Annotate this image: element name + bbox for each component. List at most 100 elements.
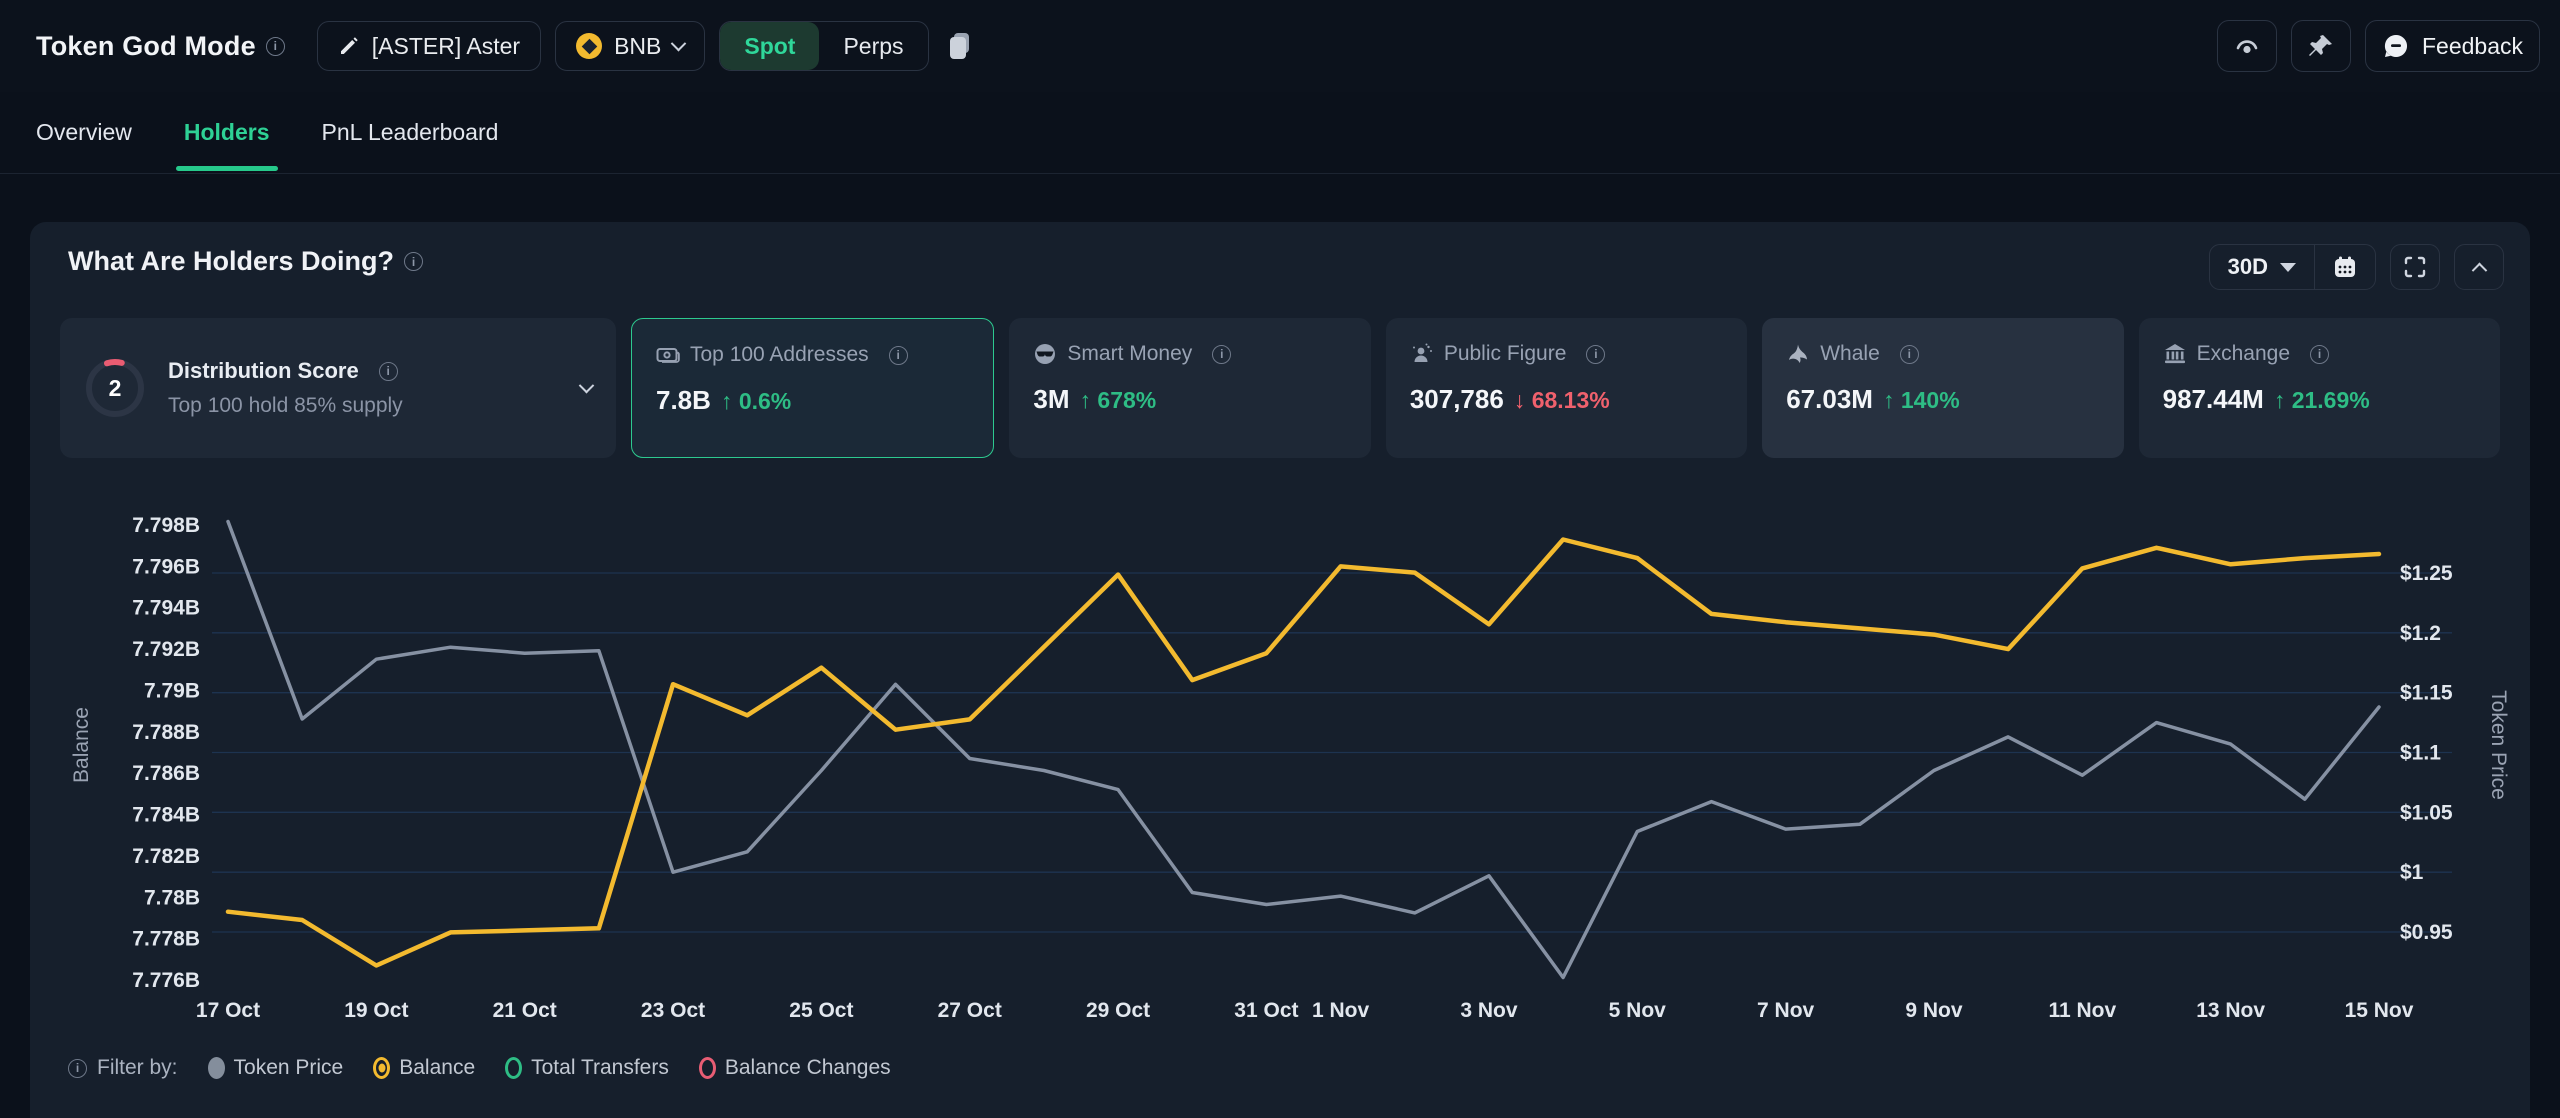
range-value: 30D <box>2228 254 2268 280</box>
right-axis-tick: $1.05 <box>2400 801 2453 824</box>
panel-title: What Are Holders Doing? <box>68 246 394 277</box>
token-selector-label: [ASTER] Aster <box>372 33 520 60</box>
card-change: ↑ 21.69% <box>2274 387 2370 414</box>
filter-item-balance-changes[interactable]: Balance Changes <box>699 1056 891 1080</box>
x-axis-tick: 13 Nov <box>2196 999 2265 1022</box>
x-axis-tick: 29 Oct <box>1086 999 1150 1022</box>
x-axis-tick: 27 Oct <box>938 999 1002 1022</box>
x-axis-tick: 11 Nov <box>2048 999 2116 1022</box>
edit-icon <box>338 35 360 57</box>
info-icon[interactable] <box>1212 345 1231 364</box>
x-axis-tick: 9 Nov <box>1905 999 1963 1022</box>
card-value: 987.44M <box>2163 384 2264 415</box>
info-icon[interactable] <box>1586 345 1605 364</box>
filter-item-total-transfers[interactable]: Total Transfers <box>505 1056 669 1080</box>
smart-money-card[interactable]: Smart Money 3M ↑ 678% <box>1009 318 1370 458</box>
bnb-coin-icon <box>576 33 602 59</box>
copy-address-button[interactable] <box>947 31 973 61</box>
right-axis-tick: $1.25 <box>2400 562 2453 585</box>
x-axis-tick: 25 Oct <box>789 999 853 1022</box>
card-title: Public Figure <box>1444 342 1567 366</box>
chevron-down-icon[interactable] <box>579 377 595 393</box>
right-axis-tick: $1.15 <box>2400 682 2453 705</box>
filter-item-balance[interactable]: Balance <box>373 1056 475 1080</box>
left-axis-tick: 7.79B <box>144 679 200 702</box>
calendar-button[interactable] <box>2314 245 2375 289</box>
chevron-down-icon <box>671 35 687 51</box>
copy-icon <box>947 31 973 61</box>
card-title: Whale <box>1820 342 1880 366</box>
distribution-score-subtitle: Top 100 hold 85% supply <box>168 394 403 418</box>
left-axis-tick: 7.784B <box>132 804 200 827</box>
public-figure-card[interactable]: Public Figure 307,786 ↓ 68.13% <box>1386 318 1747 458</box>
left-axis-tick: 7.786B <box>132 762 200 785</box>
right-axis-tick: $1.1 <box>2400 742 2441 765</box>
info-icon[interactable] <box>266 37 285 56</box>
tab-holders[interactable]: Holders <box>184 92 270 173</box>
triangle-down-icon <box>2280 263 2296 272</box>
market-type-toggle: Spot Perps <box>719 21 928 71</box>
holder-stat-cards: 2 Distribution Score Top 100 hold 85% su… <box>60 318 2500 458</box>
range-dropdown[interactable]: 30D <box>2210 245 2314 289</box>
info-icon[interactable] <box>2310 345 2329 364</box>
whale-card[interactable]: Whale 67.03M ↑ 140% <box>1762 318 2123 458</box>
card-change: ↓ 68.13% <box>1514 387 1610 414</box>
exchange-card[interactable]: Exchange 987.44M ↑ 21.69% <box>2139 318 2500 458</box>
page-title: Token God Mode <box>36 31 256 62</box>
tab-overview[interactable]: Overview <box>36 92 132 173</box>
left-axis-title: Balance <box>70 707 93 783</box>
left-axis-tick: 7.776B <box>132 969 200 992</box>
public-figure-icon <box>1410 342 1434 366</box>
panel-info-icon[interactable] <box>404 252 423 271</box>
distribution-score-title: Distribution Score <box>168 358 359 384</box>
x-axis-tick: 3 Nov <box>1460 999 1518 1022</box>
date-range-control: 30D <box>2209 244 2376 290</box>
x-axis-tick: 23 Oct <box>641 999 705 1022</box>
collapse-button[interactable] <box>2454 244 2504 290</box>
chart-filter-bar: Filter by: Token Price Balance Total Tra… <box>58 1056 891 1080</box>
top-100-addresses-card[interactable]: Top 100 Addresses 7.8B ↑ 0.6% <box>631 318 994 458</box>
left-axis-tick: 7.778B <box>132 928 200 951</box>
chevron-up-icon <box>2471 262 2487 278</box>
top-bar: Token God Mode [ASTER] Aster BNB Spot Pe… <box>0 0 2560 92</box>
info-icon[interactable] <box>1900 345 1919 364</box>
chain-selector[interactable]: BNB <box>555 21 705 71</box>
card-value: 7.8B <box>656 385 711 416</box>
live-view-button[interactable] <box>2217 20 2277 72</box>
card-change: ↑ 140% <box>1883 387 1960 414</box>
x-axis-tick: 17 Oct <box>196 999 260 1022</box>
left-axis-tick: 7.782B <box>132 845 200 868</box>
distribution-score-value: 2 <box>84 357 146 419</box>
left-axis-tick: 7.792B <box>132 638 200 661</box>
x-axis-tick: 15 Nov <box>2345 999 2414 1022</box>
info-icon[interactable] <box>889 346 908 365</box>
fullscreen-button[interactable] <box>2390 244 2440 290</box>
perps-tab[interactable]: Perps <box>819 22 927 70</box>
tab-pnl-leaderboard[interactable]: PnL Leaderboard <box>322 92 499 173</box>
token-price-marker <box>208 1057 225 1079</box>
banknote-icon <box>656 343 680 367</box>
card-title: Top 100 Addresses <box>690 343 869 367</box>
card-value: 67.03M <box>1786 384 1873 415</box>
feedback-button[interactable]: Feedback <box>2365 20 2540 72</box>
balance-price-chart[interactable]: 7.798B7.796B7.794B7.792B7.79B7.788B7.786… <box>0 480 2560 1052</box>
tab-bar: Overview Holders PnL Leaderboard <box>0 92 2560 174</box>
feedback-label: Feedback <box>2422 33 2523 60</box>
token-price-line <box>228 522 2379 978</box>
card-change: ↑ 678% <box>1080 387 1157 414</box>
x-axis-tick: 19 Oct <box>344 999 408 1022</box>
spot-tab[interactable]: Spot <box>720 22 819 70</box>
filter-item-token-price[interactable]: Token Price <box>208 1056 344 1080</box>
pin-button[interactable] <box>2291 20 2351 72</box>
exchange-icon <box>2163 342 2187 366</box>
token-selector[interactable]: [ASTER] Aster <box>317 21 541 71</box>
pushpin-icon <box>2308 33 2334 59</box>
balance-changes-marker <box>699 1057 716 1079</box>
calendar-icon <box>2333 255 2357 279</box>
x-axis-tick: 1 Nov <box>1312 999 1370 1022</box>
info-icon[interactable] <box>379 362 398 381</box>
fullscreen-icon <box>2404 256 2426 278</box>
left-axis-tick: 7.796B <box>132 555 200 578</box>
whale-icon <box>1786 342 1810 366</box>
distribution-score-card[interactable]: 2 Distribution Score Top 100 hold 85% su… <box>60 318 616 458</box>
